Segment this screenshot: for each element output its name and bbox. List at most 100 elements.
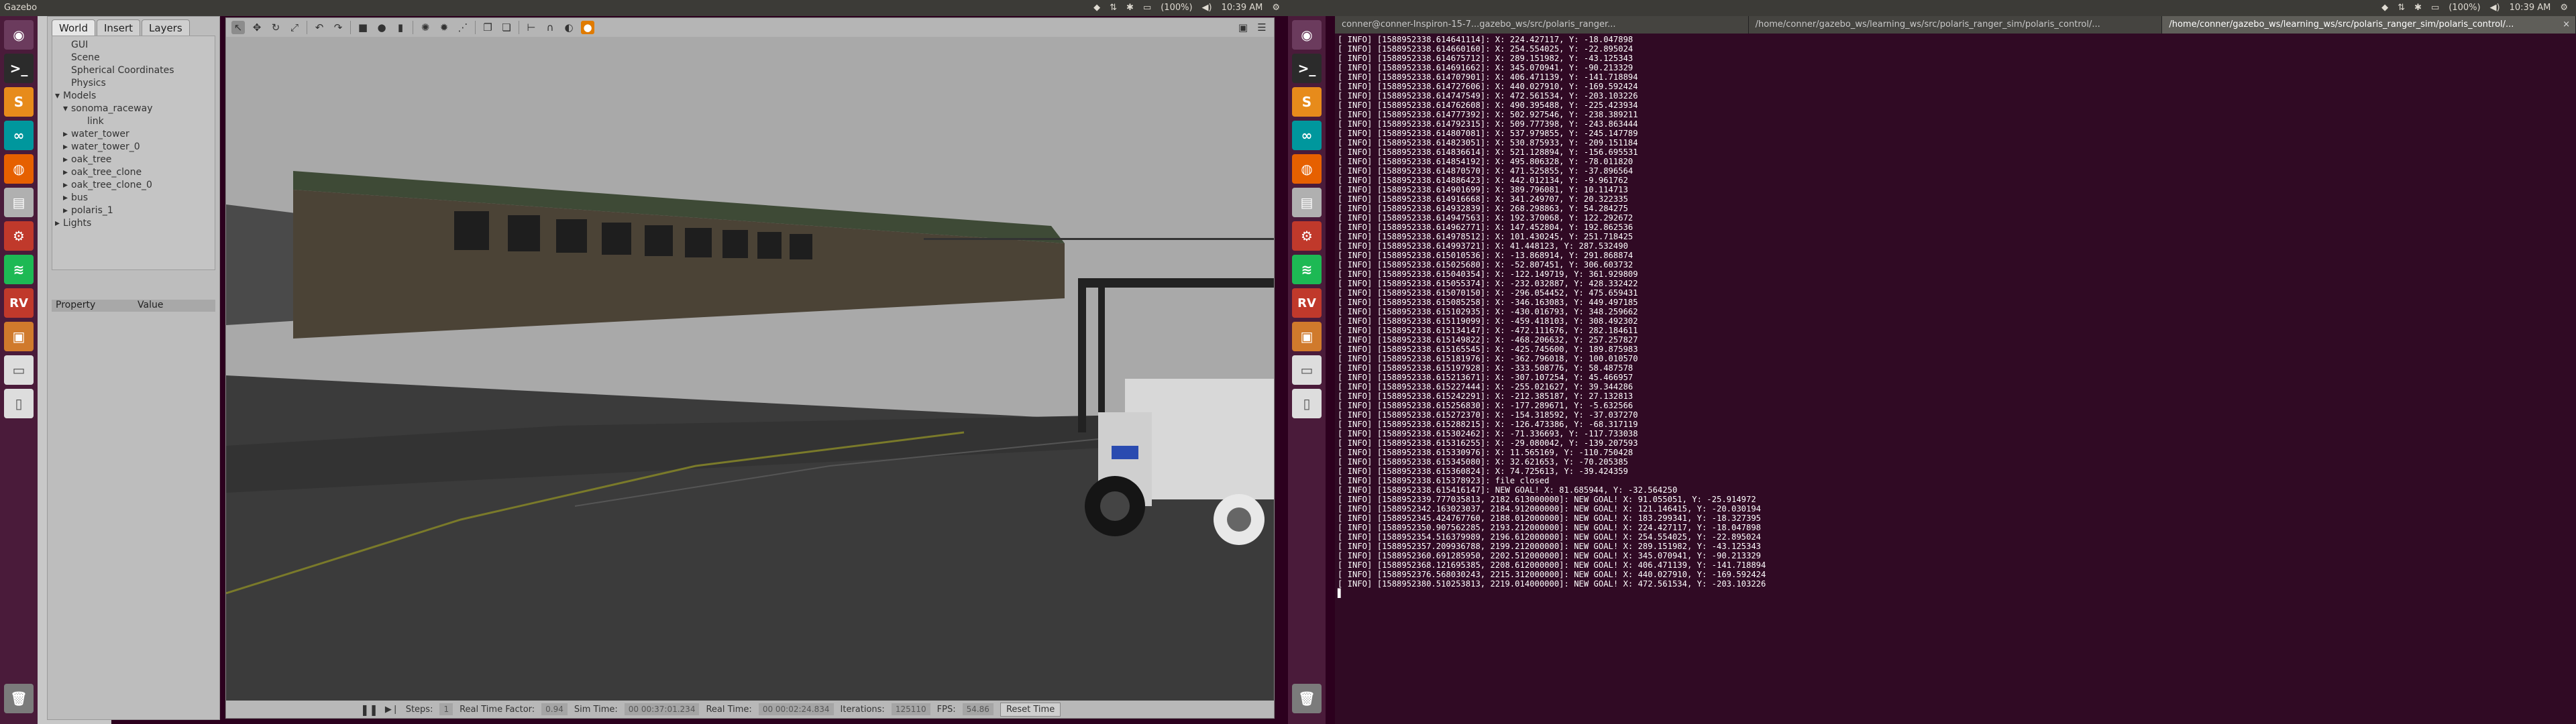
screenshot-icon[interactable]: ▣: [1236, 21, 1250, 34]
pause-icon[interactable]: ❚❚: [360, 703, 378, 716]
step-icon[interactable]: ▶❘: [385, 705, 399, 715]
battery-icon[interactable]: ▭: [2431, 0, 2439, 16]
tree-item[interactable]: ▸ oak_tree_clone_0: [55, 179, 212, 192]
3d-viewport[interactable]: ↖ ✥ ↻ ⤢ ↶ ↷ ■ ● ▮ ✺ ✹ ⋰ ❐ ❏ ⊢ ∩ ◐ ● ▣ ☰: [225, 17, 1275, 719]
rviz-icon[interactable]: RV: [1292, 288, 1322, 318]
dropbox-icon[interactable]: ◆: [1093, 0, 1100, 16]
trash-icon[interactable]: 🗑: [4, 684, 34, 713]
dropbox-icon[interactable]: ◆: [2381, 0, 2388, 16]
translate-mode-icon[interactable]: ✥: [250, 21, 264, 34]
point-light-icon[interactable]: ✺: [419, 21, 432, 34]
package-icon[interactable]: ▣: [1292, 322, 1322, 351]
gear-icon[interactable]: ⚙: [2560, 0, 2568, 16]
box-shape-icon[interactable]: ■: [356, 21, 370, 34]
expand-arrow-icon[interactable]: ▸: [63, 128, 71, 141]
expand-arrow-icon[interactable]: ▸: [55, 217, 63, 230]
gear-icon[interactable]: ⚙: [1272, 0, 1280, 16]
terminal-output[interactable]: [ INFO] [1588952338.614641114]: X: 224.4…: [1335, 34, 2576, 724]
ubuntu-dash-icon[interactable]: ◉: [4, 20, 34, 50]
select-mode-icon[interactable]: ↖: [231, 21, 245, 34]
sublime-text-icon[interactable]: S: [4, 87, 34, 117]
align-icon[interactable]: ⊢: [525, 21, 538, 34]
tree-item[interactable]: ▸ water_tower_0: [55, 141, 212, 154]
undo-icon[interactable]: ↶: [313, 21, 326, 34]
tree-item[interactable]: link: [55, 115, 212, 128]
bluetooth-icon[interactable]: ✱: [1126, 0, 1134, 16]
expand-arrow-icon[interactable]: ▸: [63, 179, 71, 192]
settings-icon[interactable]: ⚙: [4, 221, 34, 251]
tree-item[interactable]: Scene: [55, 52, 212, 64]
clock[interactable]: 10:39 AM: [1222, 0, 1263, 16]
expand-arrow-icon[interactable]: ▸: [63, 154, 71, 166]
network-icon[interactable]: ⇅: [1110, 0, 1117, 16]
drive-icon[interactable]: ▭: [4, 355, 34, 385]
reset-time-button[interactable]: Reset Time: [1000, 702, 1061, 717]
terminal-tab-active[interactable]: /home/conner/gazebo_ws/learning_ws/src/p…: [2162, 16, 2576, 34]
expand-arrow-icon[interactable]: ▸: [63, 192, 71, 204]
simulation-scene[interactable]: [226, 37, 1274, 701]
terminal-tab[interactable]: conner@conner-Inspiron-15-7...gazebo_ws/…: [1335, 16, 1749, 34]
tree-item[interactable]: ▸ polaris_1: [55, 204, 212, 217]
record-icon[interactable]: ●: [581, 21, 594, 34]
drive-icon[interactable]: ▭: [1292, 355, 1322, 385]
usb-drive-icon[interactable]: ▯: [1292, 389, 1322, 418]
change-view-icon[interactable]: ◐: [562, 21, 576, 34]
firefox-icon[interactable]: ◍: [1292, 154, 1322, 184]
bluetooth-icon[interactable]: ✱: [2414, 0, 2422, 16]
sublime-text-icon[interactable]: S: [1292, 87, 1322, 117]
scale-mode-icon[interactable]: ⤢: [288, 21, 301, 34]
redo-icon[interactable]: ↷: [331, 21, 345, 34]
copy-icon[interactable]: ❐: [481, 21, 494, 34]
tree-item[interactable]: GUI: [55, 39, 212, 52]
tab-insert[interactable]: Insert: [97, 19, 141, 36]
expand-arrow-icon[interactable]: ▸: [63, 204, 71, 217]
files-icon[interactable]: ▤: [4, 188, 34, 217]
steps-value[interactable]: 1: [439, 703, 453, 715]
expand-arrow-icon[interactable]: ▸: [63, 141, 71, 154]
tab-world[interactable]: World: [52, 19, 95, 36]
toolbar-divider: [350, 21, 351, 34]
usb-drive-icon[interactable]: ▯: [4, 389, 34, 418]
tree-item[interactable]: ▸ Lights: [55, 217, 212, 230]
ubuntu-dash-icon[interactable]: ◉: [1292, 20, 1322, 50]
files-icon[interactable]: ▤: [1292, 188, 1322, 217]
tree-item[interactable]: Physics: [55, 77, 212, 90]
spotify-icon[interactable]: ≋: [4, 255, 34, 284]
spot-light-icon[interactable]: ✹: [437, 21, 451, 34]
tree-item[interactable]: ▾ Models: [55, 90, 212, 103]
volume-icon[interactable]: ◀): [2490, 0, 2500, 16]
tree-item[interactable]: ▸ bus: [55, 192, 212, 204]
settings-icon[interactable]: ⚙: [1292, 221, 1322, 251]
sphere-shape-icon[interactable]: ●: [375, 21, 388, 34]
paste-icon[interactable]: ❏: [500, 21, 513, 34]
firefox-icon[interactable]: ◍: [4, 154, 34, 184]
volume-icon[interactable]: ◀): [1202, 0, 1212, 16]
snap-icon[interactable]: ∩: [543, 21, 557, 34]
trash-icon[interactable]: 🗑: [1292, 684, 1322, 713]
tree-item[interactable]: ▸ oak_tree_clone: [55, 166, 212, 179]
network-icon[interactable]: ⇅: [2398, 0, 2405, 16]
battery-icon[interactable]: ▭: [1143, 0, 1151, 16]
terminal-icon[interactable]: >_: [4, 54, 34, 83]
expand-arrow-icon[interactable]: ▸: [63, 166, 71, 179]
directional-light-icon[interactable]: ⋰: [456, 21, 470, 34]
expand-arrow-icon[interactable]: ▾: [55, 90, 63, 103]
tree-item[interactable]: ▾ sonoma_raceway: [55, 103, 212, 115]
package-icon[interactable]: ▣: [4, 322, 34, 351]
rotate-mode-icon[interactable]: ↻: [269, 21, 282, 34]
tab-layers[interactable]: Layers: [142, 19, 190, 36]
terminal-icon[interactable]: >_: [1292, 54, 1322, 83]
close-tab-icon[interactable]: ×: [2563, 16, 2570, 34]
terminal-tab[interactable]: /home/conner/gazebo_ws/learning_ws/src/p…: [1748, 16, 2163, 34]
expand-arrow-icon[interactable]: ▾: [63, 103, 71, 115]
spotify-icon[interactable]: ≋: [1292, 255, 1322, 284]
tree-item[interactable]: Spherical Coordinates: [55, 64, 212, 77]
tree-item[interactable]: ▸ water_tower: [55, 128, 212, 141]
tree-item[interactable]: ▸ oak_tree: [55, 154, 212, 166]
clock[interactable]: 10:39 AM: [2510, 0, 2551, 16]
rviz-icon[interactable]: RV: [4, 288, 34, 318]
arduino-icon[interactable]: ∞: [4, 121, 34, 150]
log-icon[interactable]: ☰: [1255, 21, 1269, 34]
cylinder-shape-icon[interactable]: ▮: [394, 21, 407, 34]
arduino-icon[interactable]: ∞: [1292, 121, 1322, 150]
